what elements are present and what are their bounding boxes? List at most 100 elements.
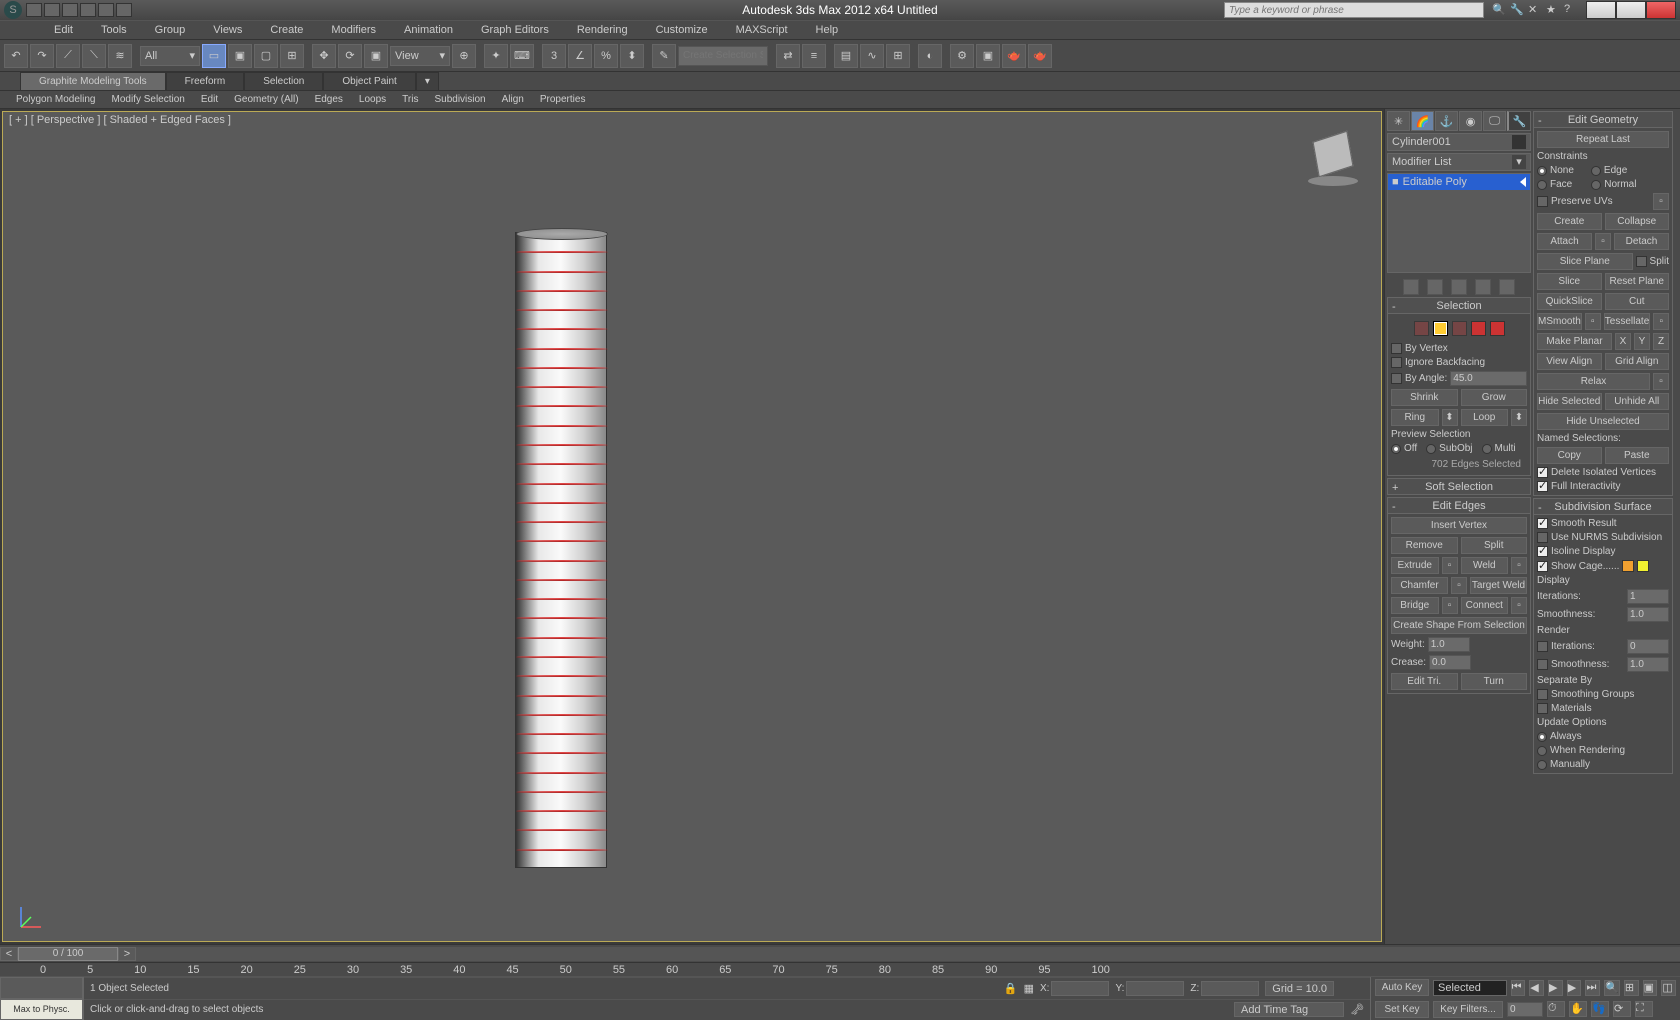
exchange-icon[interactable]: ✕ [1528, 3, 1542, 17]
object-name-field[interactable]: Cylinder001 [1387, 133, 1531, 151]
time-config-icon[interactable]: ⏱ [1547, 1001, 1565, 1017]
qat-new-icon[interactable] [26, 3, 42, 17]
move-icon[interactable]: ✥ [312, 44, 336, 68]
close-button[interactable] [1646, 1, 1676, 19]
curve-editor-icon[interactable]: ∿ [860, 44, 884, 68]
extrude-button[interactable]: Extrude [1391, 557, 1439, 574]
rotate-icon[interactable]: ⟳ [338, 44, 362, 68]
constraint-none-radio[interactable] [1537, 166, 1547, 176]
next-frame-icon[interactable]: ▶ [1567, 980, 1582, 996]
keymode-dropdown[interactable]: Selected [1433, 980, 1507, 996]
split-checkbox[interactable] [1636, 256, 1647, 267]
relax-button[interactable]: Relax [1537, 373, 1650, 390]
split-button[interactable]: Split [1461, 537, 1528, 554]
msmooth-settings-icon[interactable]: ▫ [1585, 313, 1601, 330]
weld-button[interactable]: Weld [1461, 557, 1509, 574]
panel-loops[interactable]: Loops [351, 92, 394, 107]
panel-subdivision[interactable]: Subdivision [426, 92, 493, 107]
subdivision-header[interactable]: -Subdivision Surface [1533, 498, 1673, 515]
planar-x-button[interactable]: X [1615, 333, 1631, 350]
edit-named-sel-icon[interactable]: ✎ [652, 44, 676, 68]
layer-manager-icon[interactable]: ▤ [834, 44, 858, 68]
select-region-icon[interactable]: ▢ [254, 44, 278, 68]
nav-maximize-icon[interactable]: ⛶ [1635, 1001, 1653, 1017]
track-bar[interactable]: 0510152025303540455055606570758085909510… [0, 962, 1680, 976]
menu-animation[interactable]: Animation [390, 21, 467, 39]
search-icon[interactable]: 🔍 [1492, 3, 1506, 17]
undo-icon[interactable]: ↶ [4, 44, 28, 68]
scale-icon[interactable]: ▣ [364, 44, 388, 68]
panel-polygon-modeling[interactable]: Polygon Modeling [8, 92, 104, 107]
menu-rendering[interactable]: Rendering [563, 21, 642, 39]
isoline-checkbox[interactable] [1537, 546, 1548, 557]
motion-tab-icon[interactable]: ◉ [1459, 111, 1482, 131]
separate-smoothing-checkbox[interactable] [1537, 689, 1548, 700]
ring-spinner[interactable]: ⬍ [1442, 409, 1458, 426]
slice-plane-button[interactable]: Slice Plane [1537, 253, 1633, 270]
menu-graph-editors[interactable]: Graph Editors [467, 21, 563, 39]
add-time-tag-button[interactable]: Add Time Tag [1234, 1002, 1344, 1017]
tessellate-button[interactable]: Tessellate [1604, 313, 1650, 330]
shrink-button[interactable]: Shrink [1391, 389, 1458, 406]
by-angle-spinner[interactable] [1450, 371, 1527, 386]
remove-button[interactable]: Remove [1391, 537, 1458, 554]
help-icon[interactable]: ? [1564, 3, 1578, 17]
attach-button[interactable]: Attach [1537, 233, 1592, 250]
app-icon[interactable]: S [4, 1, 22, 19]
constraint-face-radio[interactable] [1537, 180, 1547, 190]
unlink-icon[interactable]: ⟍ [82, 44, 106, 68]
polygon-level-icon[interactable] [1471, 321, 1486, 336]
menu-create[interactable]: Create [256, 21, 317, 39]
panel-edit[interactable]: Edit [193, 92, 226, 107]
modifier-list-dropdown[interactable]: Modifier List ▾ [1387, 153, 1531, 171]
autokey-button[interactable]: Auto Key [1375, 979, 1429, 996]
manipulate-icon[interactable]: ✦ [484, 44, 508, 68]
perspective-viewport[interactable]: [ + ] [ Perspective ] [ Shaded + Edged F… [2, 111, 1382, 942]
qat-redo-icon[interactable] [98, 3, 114, 17]
menu-tools[interactable]: Tools [87, 21, 141, 39]
view-align-button[interactable]: View Align [1537, 353, 1602, 370]
loop-spinner[interactable]: ⬍ [1511, 409, 1527, 426]
panel-tris[interactable]: Tris [394, 92, 426, 107]
extrude-settings-icon[interactable]: ▫ [1442, 557, 1458, 574]
window-crossing-icon[interactable]: ⊞ [280, 44, 304, 68]
maximize-button[interactable] [1616, 1, 1646, 19]
menu-group[interactable]: Group [141, 21, 200, 39]
ribbon-tab-objectpaint[interactable]: Object Paint [323, 72, 415, 90]
modifier-stack[interactable]: ■Editable Poly [1387, 173, 1531, 273]
tessellate-settings-icon[interactable]: ▫ [1653, 313, 1669, 330]
soft-selection-header[interactable]: +Soft Selection [1387, 478, 1531, 495]
render-smoothness-spinner[interactable] [1627, 657, 1669, 672]
coordinate-z-input[interactable] [1201, 981, 1259, 996]
nav-zoom-icon[interactable]: 🔍 [1604, 980, 1620, 996]
hierarchy-tab-icon[interactable]: ⚓ [1435, 111, 1458, 131]
crease-spinner[interactable] [1429, 655, 1471, 670]
menu-views[interactable]: Views [199, 21, 256, 39]
nav-walk-icon[interactable]: 👣 [1591, 1001, 1609, 1017]
make-planar-button[interactable]: Make Planar [1537, 333, 1612, 350]
lock-selection-icon[interactable]: 🔒 [1004, 982, 1018, 995]
favorite-icon[interactable]: ★ [1546, 3, 1560, 17]
collapse-button[interactable]: Collapse [1605, 213, 1670, 230]
constraint-normal-radio[interactable] [1591, 180, 1601, 190]
chamfer-settings-icon[interactable]: ▫ [1451, 577, 1467, 594]
show-cage-checkbox[interactable] [1537, 561, 1548, 572]
hide-unselected-button[interactable]: Hide Unselected [1537, 413, 1669, 430]
ribbon-tab-selection[interactable]: Selection [244, 72, 323, 90]
named-selection-dropdown[interactable] [678, 46, 768, 66]
edit-tri-button[interactable]: Edit Tri. [1391, 673, 1458, 690]
modify-tab-icon[interactable]: 🌈 [1411, 111, 1434, 131]
msmooth-button[interactable]: MSmooth [1537, 313, 1582, 330]
edit-edges-header[interactable]: -Edit Edges [1387, 497, 1531, 514]
ring-button[interactable]: Ring [1391, 409, 1439, 426]
connect-button[interactable]: Connect [1461, 597, 1509, 614]
coordinate-x-input[interactable] [1051, 981, 1109, 996]
selection-filter-dropdown[interactable]: All▾ [140, 46, 200, 66]
unhide-all-button[interactable]: Unhide All [1605, 393, 1670, 410]
hide-selected-button[interactable]: Hide Selected [1537, 393, 1602, 410]
viewport-label[interactable]: [ + ] [ Perspective ] [ Shaded + Edged F… [9, 114, 231, 126]
panel-edges[interactable]: Edges [307, 92, 351, 107]
time-next-button[interactable]: > [118, 947, 136, 961]
ignore-backfacing-checkbox[interactable] [1391, 357, 1402, 368]
setkey-button[interactable]: Set Key [1375, 1001, 1429, 1018]
